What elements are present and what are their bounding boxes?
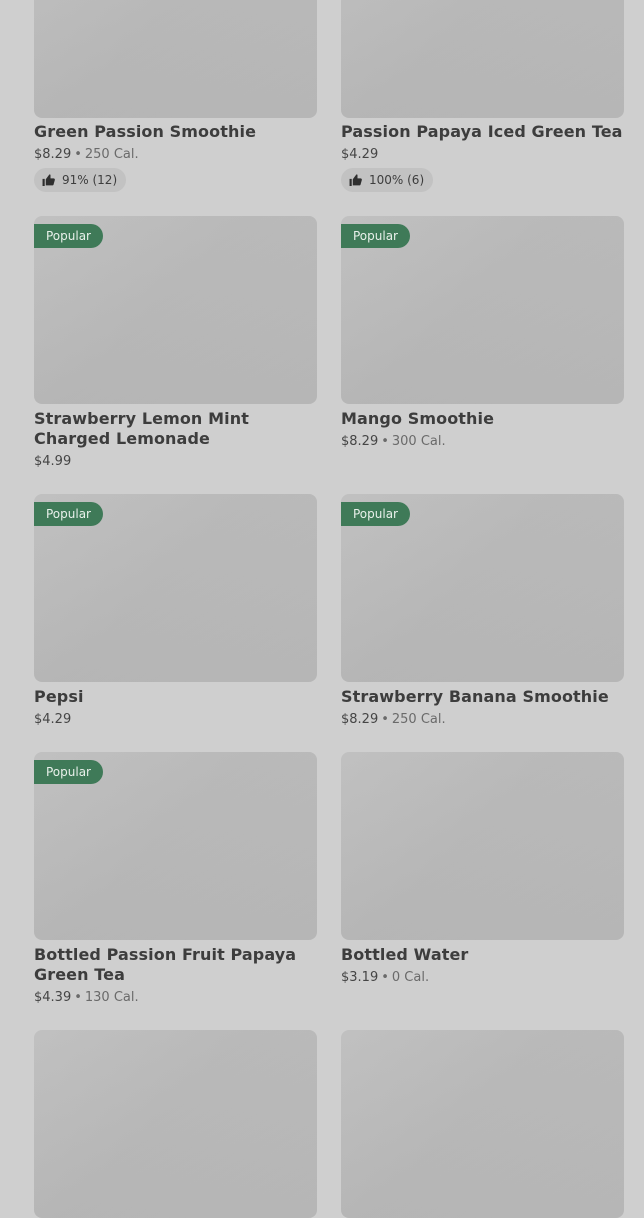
item-price: $8.29	[341, 434, 379, 449]
item-image[interactable]	[34, 0, 317, 118]
separator-dot: •	[381, 970, 389, 985]
popular-badge: Popular	[34, 502, 103, 526]
item-price: $4.29	[34, 712, 72, 727]
item-calories: 300 Cal.	[391, 434, 446, 449]
item-price-line: $3.19 • 0 Cal.	[341, 969, 624, 987]
item-calories: 130 Cal.	[84, 990, 139, 1005]
item-name: Green Passion Smoothie	[34, 122, 257, 141]
item-calories: 250 Cal.	[391, 712, 446, 727]
item-image[interactable]: Popular	[34, 494, 317, 682]
popular-badge: Popular	[341, 502, 410, 526]
item-name: Strawberry Lemon Mint Charged Lemonade	[34, 409, 249, 448]
separator-dot: •	[74, 990, 82, 1005]
item-name: Bottled Water	[341, 945, 469, 964]
menu-item-card[interactable]: Popular Pepsi $4.29	[34, 494, 317, 729]
item-price-line: $4.29	[34, 711, 317, 729]
item-image[interactable]: Popular	[341, 216, 624, 404]
menu-item-card[interactable]: Green Passion Smoothie $8.29 • 250 Cal. 91…	[34, 0, 317, 192]
item-calories: 250 Cal.	[84, 147, 139, 162]
menu-item-card[interactable]: Popular Strawberry Lemon Mint Charged Le…	[34, 216, 317, 471]
item-name: Pepsi	[34, 687, 84, 706]
item-price-line: $4.29	[341, 146, 624, 164]
menu-item-card[interactable]: Popular Bottled Passion Fruit Papaya Gre…	[34, 752, 317, 1007]
popular-badge: Popular	[341, 224, 410, 248]
item-price: $3.19	[341, 970, 379, 985]
item-price: $4.29	[341, 147, 379, 162]
thumbs-up-icon	[349, 174, 362, 186]
separator-dot: •	[381, 712, 389, 727]
item-name: Bottled Passion Fruit Papaya Green Tea	[34, 945, 297, 984]
thumbs-up-icon	[42, 174, 55, 186]
menu-item-card[interactable]	[341, 1030, 624, 1218]
item-price-line: $8.29 • 250 Cal.	[341, 711, 624, 729]
popular-badge: Popular	[34, 760, 103, 784]
item-price: $4.99	[34, 454, 72, 469]
item-name: Strawberry Banana Smoothie	[341, 687, 609, 706]
item-price: $8.29	[34, 147, 72, 162]
item-price-line: $4.39 • 130 Cal.	[34, 989, 317, 1007]
menu-item-card[interactable]: Bottled Water $3.19 • 0 Cal.	[341, 752, 624, 987]
item-calories: 0 Cal.	[391, 970, 430, 985]
item-price-line: $8.29 • 250 Cal.	[34, 146, 317, 164]
separator-dot: •	[381, 434, 389, 449]
menu-item-card[interactable]	[34, 1030, 317, 1218]
separator-dot: •	[74, 147, 82, 162]
item-price-line: $4.99	[34, 453, 317, 471]
item-image[interactable]	[341, 752, 624, 940]
item-image[interactable]: Popular	[34, 216, 317, 404]
item-name: Mango Smoothie	[341, 409, 495, 428]
menu-item-card[interactable]: Popular Strawberry Banana Smoothie $8.29…	[341, 494, 624, 729]
item-image[interactable]	[341, 0, 624, 118]
rating-text: 91% (12)	[62, 173, 118, 187]
item-image[interactable]: Popular	[341, 494, 624, 682]
item-name: Passion Papaya Iced Green Tea	[341, 122, 623, 141]
item-price-line: $8.29 • 300 Cal.	[341, 433, 624, 451]
item-price: $4.39	[34, 990, 72, 1005]
rating-pill: 100% (6)	[341, 168, 434, 192]
item-image[interactable]: Popular	[34, 752, 317, 940]
item-image[interactable]	[341, 1030, 624, 1218]
menu-item-card[interactable]: Popular Mango Smoothie $8.29 • 300 Cal.	[341, 216, 624, 451]
item-image[interactable]	[34, 1030, 317, 1218]
rating-text: 100% (6)	[369, 173, 425, 187]
rating-pill: 91% (12)	[34, 168, 127, 192]
popular-badge: Popular	[34, 224, 103, 248]
item-price: $8.29	[341, 712, 379, 727]
menu-item-card[interactable]: Passion Papaya Iced Green Tea $4.29 100%…	[341, 0, 624, 192]
